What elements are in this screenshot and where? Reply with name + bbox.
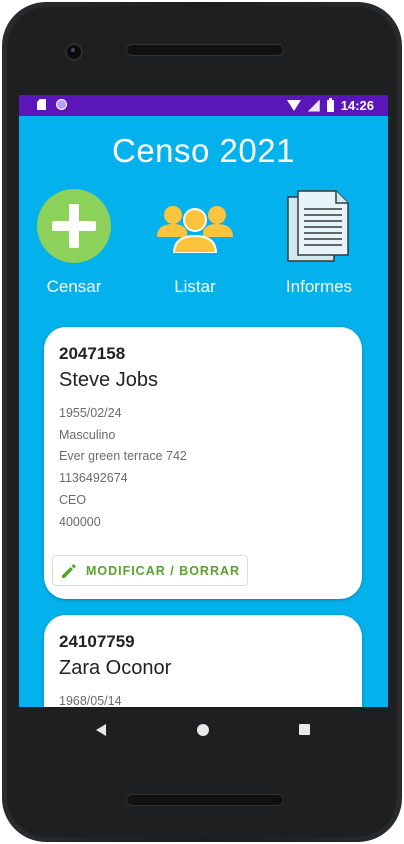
wifi-icon xyxy=(286,100,301,111)
record-phone: 1136492674 xyxy=(59,471,128,486)
listar-button[interactable]: Listar xyxy=(140,187,250,297)
status-time: 14:26 xyxy=(340,98,374,113)
informes-button[interactable]: Informes xyxy=(264,187,374,297)
record-id: 2047158 xyxy=(59,344,126,363)
record-details: 1968/05/14 xyxy=(59,691,122,707)
page-title: Censo 2021 xyxy=(112,132,295,169)
users-icon xyxy=(157,206,233,253)
battery-icon xyxy=(326,97,334,112)
record-address: Ever green terrace 742 xyxy=(59,449,187,464)
record-details: 1955/02/24 Masculino Ever green terrace … xyxy=(59,403,187,533)
record-name: Zara Oconor xyxy=(59,657,172,679)
modify-delete-label: MODIFICAR / BORRAR xyxy=(85,563,241,578)
status-bar: 14:26 xyxy=(19,95,388,116)
record-birthdate: 1968/05/14 xyxy=(59,694,122,707)
document-icon xyxy=(287,190,349,262)
notification-circle-icon xyxy=(56,99,67,110)
home-icon[interactable] xyxy=(197,724,209,736)
system-nav-bar xyxy=(19,707,388,753)
pencil-icon xyxy=(61,563,76,578)
record-id: 24107759 xyxy=(59,632,135,651)
censar-button[interactable]: Censar xyxy=(19,187,129,297)
record-card: 2047158 Steve Jobs 1955/02/24 Masculino … xyxy=(44,327,362,599)
modify-delete-button[interactable]: MODIFICAR / BORRAR xyxy=(52,555,248,586)
back-icon[interactable] xyxy=(96,724,106,736)
app-screen: 14:26 Censo 2021 Censar Listar Informes … xyxy=(19,95,388,707)
bottom-speaker xyxy=(126,794,284,806)
plus-circle-icon xyxy=(37,189,111,263)
listar-label: Listar xyxy=(174,277,216,296)
front-camera xyxy=(65,43,83,61)
sd-card-icon xyxy=(37,99,46,110)
record-occupation: CEO xyxy=(59,492,87,507)
record-birthdate: 1955/02/24 xyxy=(59,406,122,420)
earpiece-speaker xyxy=(126,44,284,56)
informes-label: Informes xyxy=(285,277,353,296)
signal-icon xyxy=(307,99,320,112)
record-gender: Masculino xyxy=(59,427,116,442)
recents-icon[interactable] xyxy=(299,724,310,735)
record-income: 400000 xyxy=(59,514,101,529)
record-card: 24107759 Zara Oconor 1968/05/14 xyxy=(44,615,362,707)
censar-label: Censar xyxy=(46,277,102,296)
record-name: Steve Jobs xyxy=(59,369,158,391)
